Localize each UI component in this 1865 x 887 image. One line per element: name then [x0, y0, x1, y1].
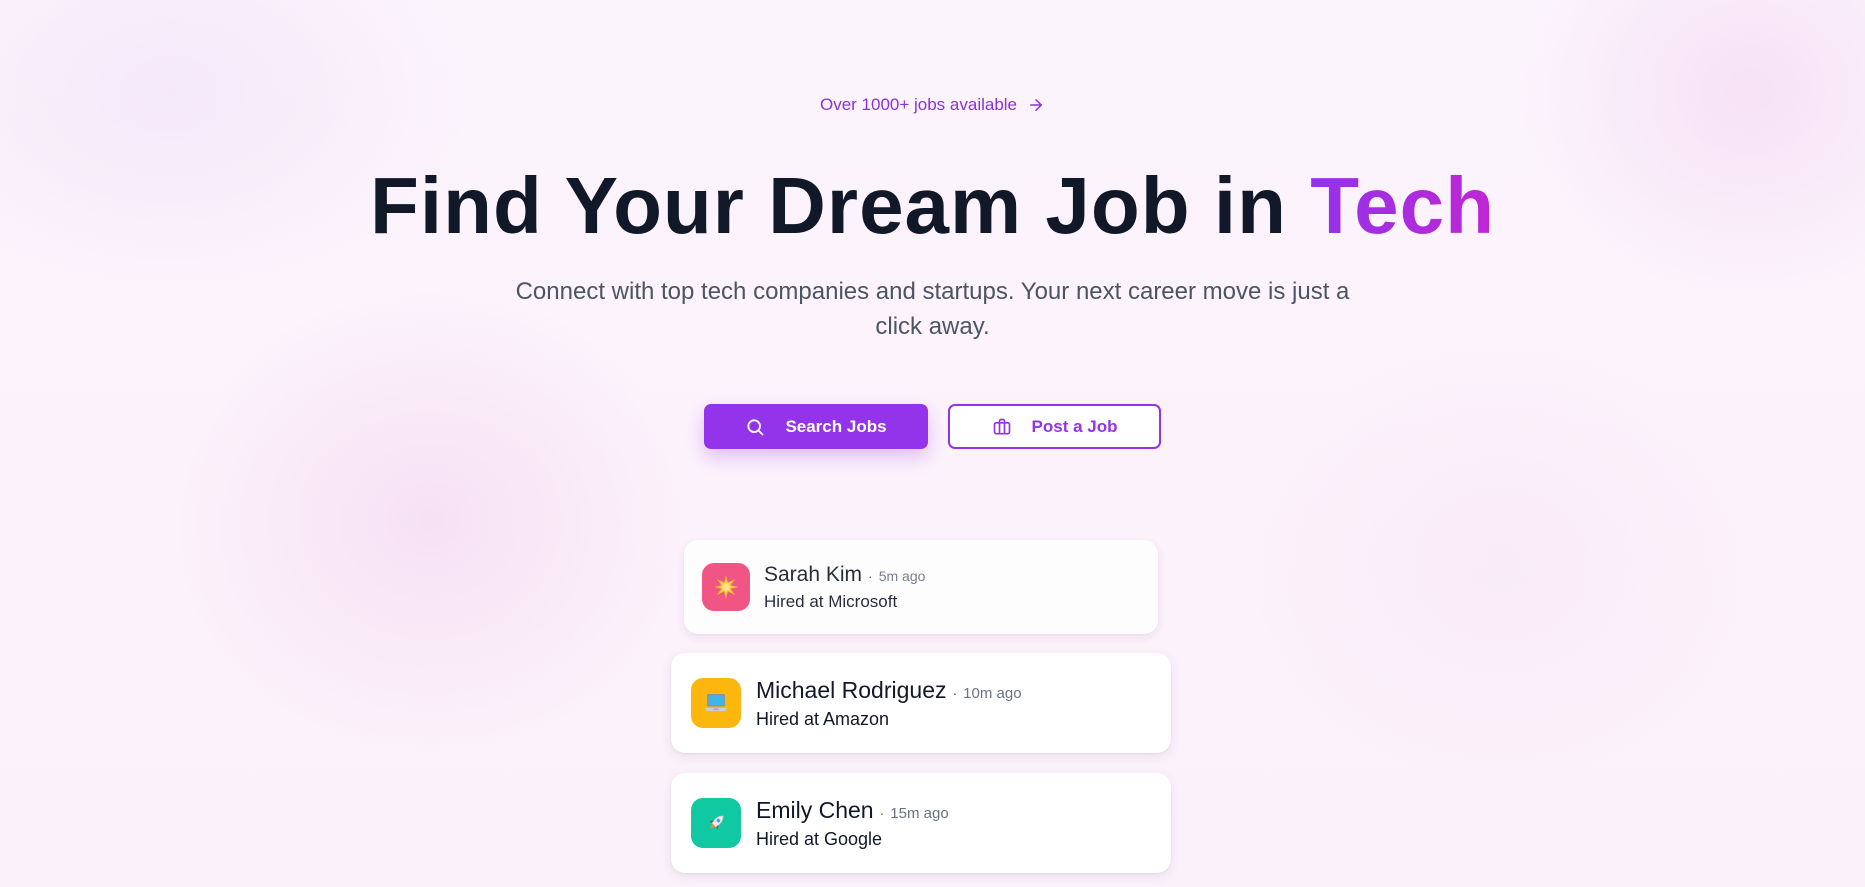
activity-separator: · [868, 567, 873, 584]
activity-header: Sarah Kim · 5m ago [764, 563, 925, 587]
activity-time: 15m ago [890, 804, 949, 822]
activity-name: Sarah Kim [764, 562, 863, 586]
laptop-emoji-icon [691, 678, 741, 728]
activity-card: Sarah Kim · 5m ago Hired at Microsoft [684, 540, 1158, 634]
briefcase-icon [992, 417, 1012, 437]
activity-meta: Sarah Kim · 5m ago Hired at Microsoft [764, 563, 925, 612]
activity-header: Michael Rodriguez · 10m ago [756, 677, 1022, 704]
search-icon [745, 417, 765, 437]
rocket-emoji-icon [691, 798, 741, 848]
activity-meta: Emily Chen · 15m ago Hired at Google [756, 797, 949, 850]
activity-header: Emily Chen · 15m ago [756, 797, 949, 824]
hero-title: Find Your Dream Job in Tech [0, 160, 1865, 252]
activity-company: Hired at Microsoft [764, 591, 898, 611]
activity-time: 5m ago [878, 567, 926, 584]
activity-card: Michael Rodriguez · 10m ago Hired at Ama… [671, 653, 1171, 753]
activity-time: 10m ago [963, 684, 1022, 702]
activity-company: Hired at Google [756, 828, 883, 849]
activity-name: Emily Chen [756, 796, 874, 823]
search-jobs-label: Search Jobs [785, 416, 887, 436]
activity-separator: · [879, 804, 885, 821]
activity-card: Emily Chen · 15m ago Hired at Google [671, 773, 1171, 873]
hero-title-accent: Tech [1310, 161, 1495, 250]
activity-separator: · [952, 684, 958, 701]
hero-title-main: Find Your Dream Job in [370, 161, 1311, 250]
arrow-right-icon [1027, 96, 1045, 114]
activity-company: Hired at Amazon [756, 708, 890, 729]
post-job-button[interactable]: Post a Job [948, 404, 1161, 449]
hero-subtitle: Connect with top tech companies and star… [515, 278, 1350, 340]
hero-actions: Search Jobs Post a Job [0, 404, 1865, 449]
search-jobs-button[interactable]: Search Jobs [704, 404, 928, 449]
activity-meta: Michael Rodriguez · 10m ago Hired at Ama… [756, 677, 1022, 730]
jobs-available-link[interactable]: Over 1000+ jobs available [820, 95, 1045, 115]
sparkle-emoji-icon [702, 563, 750, 611]
announcement-bar: Over 1000+ jobs available [0, 95, 1865, 115]
activity-name: Michael Rodriguez [756, 676, 947, 703]
jobs-available-text: Over 1000+ jobs available [819, 95, 1018, 114]
post-job-label: Post a Job [1031, 416, 1118, 436]
